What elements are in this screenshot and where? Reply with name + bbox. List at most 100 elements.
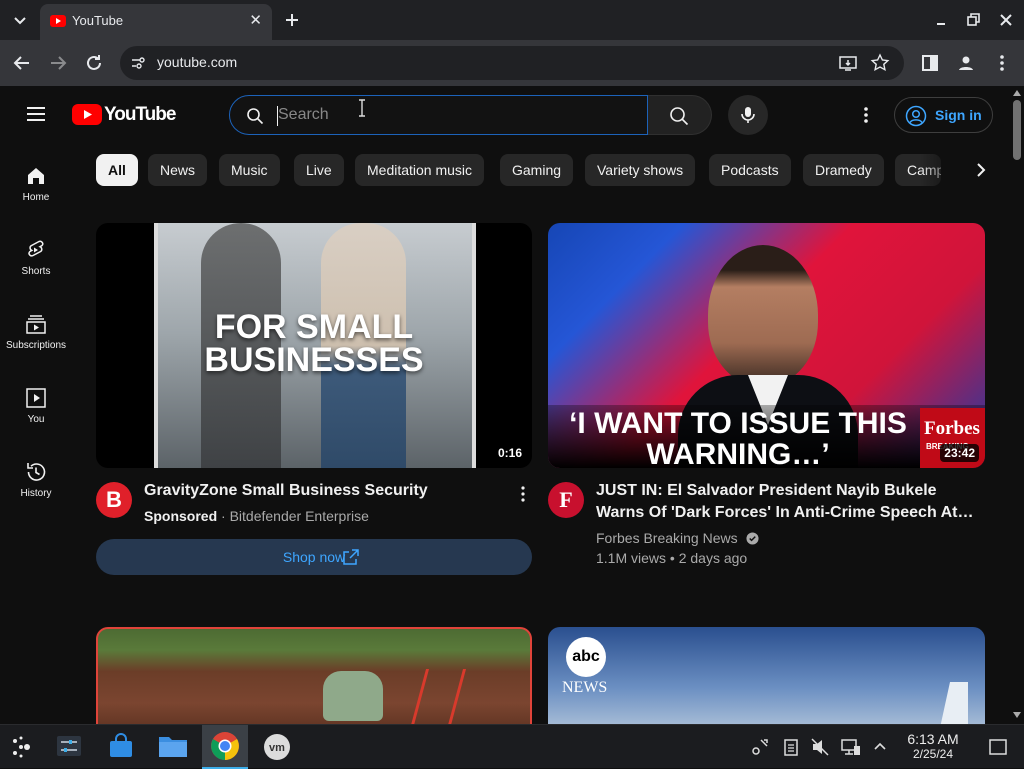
search-box[interactable]: Search — [229, 95, 648, 135]
profile-icon[interactable] — [954, 51, 978, 75]
thumbnail-caption-line: ‘I WANT TO ISSUE THIS — [569, 407, 907, 440]
youtube-logo[interactable]: YouTube — [72, 104, 176, 126]
video-title[interactable]: JUST IN: El Salvador President Nayib Buk… — [596, 480, 976, 524]
minimize-button[interactable] — [929, 8, 953, 32]
clock[interactable]: 6:13 AM 2/25/24 — [898, 731, 968, 761]
guide-item-history[interactable]: History — [0, 460, 72, 499]
channel-name[interactable]: Forbes Breaking News — [596, 530, 738, 546]
advertiser-name[interactable]: Bitdefender Enterprise — [230, 508, 369, 524]
restore-button[interactable] — [961, 8, 985, 32]
abc-news-logo: abc NEWS — [562, 637, 610, 696]
taskbar-app-settings[interactable] — [46, 725, 92, 769]
url-text: youtube.com — [157, 54, 238, 70]
taskbar-app-vmware[interactable]: vm — [254, 725, 300, 769]
chip-fade — [920, 152, 960, 188]
sponsored-badge: Sponsored — [144, 508, 218, 524]
shopping-bag-icon — [110, 733, 132, 757]
site-info-icon[interactable] — [130, 55, 146, 71]
shorts-icon — [28, 240, 44, 257]
chip-music[interactable]: Music — [219, 154, 280, 186]
reload-icon[interactable] — [82, 51, 106, 75]
chip-dramedy[interactable]: Dramedy — [803, 154, 884, 186]
clock-time: 6:13 AM — [907, 731, 959, 747]
voice-search-button[interactable] — [728, 95, 768, 135]
new-tab-button[interactable] — [280, 8, 304, 32]
channel-avatar[interactable]: F — [548, 482, 584, 518]
guide-item-you[interactable]: You — [0, 386, 72, 425]
shop-now-button[interactable]: Shop now — [96, 539, 532, 575]
abc-logo-circle: abc — [566, 637, 606, 677]
chevron-up-icon[interactable] — [870, 737, 890, 757]
app-launcher-icon[interactable] — [8, 734, 34, 760]
network-wired-icon[interactable] — [840, 737, 862, 757]
chip-gaming[interactable]: Gaming — [500, 154, 574, 186]
video-title[interactable]: GravityZone Small Business Security — [144, 480, 428, 502]
guide-label-you: You — [27, 414, 45, 425]
abc-news-text: NEWS — [562, 679, 608, 696]
thumbnail-person — [323, 671, 383, 721]
clock-date: 2/25/24 — [912, 747, 954, 761]
sign-in-button[interactable]: Sign in — [894, 97, 993, 133]
guide-item-shorts[interactable]: Shorts — [0, 238, 72, 277]
taskbar-app-chrome[interactable] — [202, 725, 248, 769]
search-icon — [670, 107, 689, 126]
close-window-button[interactable] — [994, 8, 1018, 32]
scrollbar-thumb[interactable] — [1013, 100, 1021, 160]
search-button[interactable] — [648, 95, 712, 135]
settings-menu-icon[interactable] — [854, 103, 878, 127]
show-desktop-icon[interactable] — [988, 737, 1008, 757]
more-actions-icon[interactable] — [511, 482, 535, 506]
you-icon — [26, 388, 46, 408]
address-bar[interactable]: youtube.com — [120, 46, 904, 80]
youtube-logo-text: YouTube — [104, 104, 176, 125]
scroll-up-arrow[interactable] — [1013, 90, 1021, 96]
page-scrollbar[interactable] — [1010, 86, 1024, 724]
browser-tab[interactable]: YouTube ✕ — [40, 4, 272, 40]
guide-item-home[interactable]: Home — [0, 164, 72, 203]
video-thumbnail[interactable] — [96, 627, 532, 724]
video-duration: 0:16 — [493, 444, 526, 462]
tab-strip: YouTube ✕ — [0, 0, 1024, 40]
forward-icon[interactable] — [46, 51, 70, 75]
browser-menu-icon[interactable] — [990, 51, 1014, 75]
chip-variety-shows[interactable]: Variety shows — [585, 154, 696, 186]
settings-sliders-icon — [57, 736, 81, 756]
history-icon — [27, 463, 46, 481]
tab-close-button[interactable]: ✕ — [249, 11, 262, 29]
volume-muted-icon[interactable] — [810, 737, 830, 757]
browser-toolbar: youtube.com — [0, 40, 1024, 86]
chip-podcasts[interactable]: Podcasts — [709, 154, 791, 186]
taskbar: vm 6:13 AM 2/25/24 — [0, 724, 1024, 769]
bookmark-star-icon[interactable] — [870, 53, 890, 73]
forbes-badge-text: Forbes — [924, 418, 980, 439]
home-icon — [28, 168, 44, 184]
chip-all[interactable]: All — [96, 154, 138, 186]
chip-live[interactable]: Live — [294, 154, 344, 186]
tab-search-button[interactable] — [8, 8, 32, 32]
guide-item-subscriptions[interactable]: Subscriptions — [0, 312, 72, 351]
back-icon[interactable] — [10, 51, 34, 75]
clipboard-icon[interactable] — [781, 737, 801, 757]
ad-meta: Sponsored · Bitdefender Enterprise — [144, 508, 369, 524]
side-panel-icon[interactable] — [918, 51, 942, 75]
video-thumbnail[interactable]: ‘I WANT TO ISSUE THIS WARNING…’ Forbes B… — [548, 223, 985, 468]
thumbnail-ladder — [409, 669, 467, 724]
install-app-icon[interactable] — [838, 53, 858, 73]
close-icon — [1000, 14, 1012, 26]
network-config-icon[interactable] — [750, 737, 770, 757]
chevron-right-icon[interactable] — [968, 158, 992, 182]
video-thumbnail[interactable]: abc NEWS — [548, 627, 985, 724]
abc-logo-text: abc — [572, 648, 600, 665]
external-link-icon — [343, 549, 359, 565]
subscriptions-icon — [26, 315, 46, 334]
chip-news[interactable]: News — [148, 154, 208, 186]
guide-label-subscriptions: Subscriptions — [5, 340, 67, 351]
search-input[interactable]: Search — [278, 106, 329, 124]
video-thumbnail[interactable]: FOR SMALL BUSINESSES 0:16 — [96, 223, 532, 468]
taskbar-app-store[interactable] — [98, 725, 144, 769]
hamburger-menu-icon[interactable] — [24, 102, 48, 126]
channel-avatar[interactable]: B — [96, 482, 132, 518]
chip-meditation-music[interactable]: Meditation music — [355, 154, 485, 186]
taskbar-app-files[interactable] — [150, 725, 196, 769]
scroll-down-arrow[interactable] — [1013, 712, 1021, 718]
